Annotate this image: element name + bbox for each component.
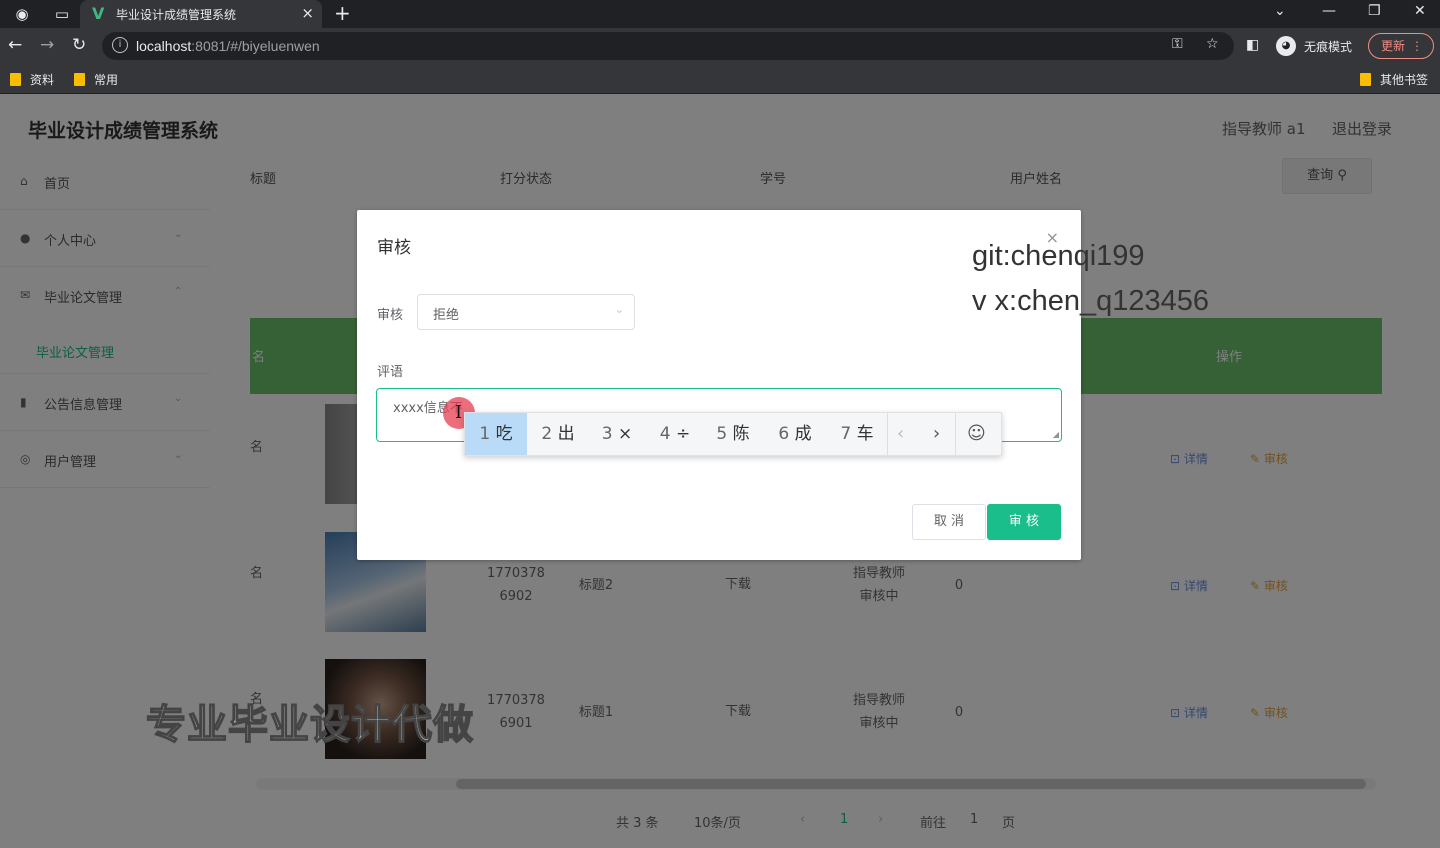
emoji-icon[interactable]: ☺: [967, 413, 986, 455]
promo-overlay-text: 专业毕业设计代做: [145, 701, 474, 749]
watermark-line: v x:chen_q123456: [972, 285, 1210, 317]
review-select-value: 拒绝: [433, 308, 460, 323]
chevron-down-icon: ⌄: [614, 303, 624, 316]
url-text[interactable]: localhost:8081/#/biyeluenwen: [136, 38, 320, 54]
star-icon[interactable]: ☆: [1206, 36, 1219, 52]
ime-next-icon[interactable]: ›: [933, 413, 940, 455]
folder-icon: [1360, 73, 1371, 86]
comment-field-label: 评语: [377, 365, 404, 380]
tab-title: 毕业设计成绩管理系统: [116, 8, 237, 22]
text-cursor-icon: I: [455, 402, 463, 423]
bookmark-folder[interactable]: 资料: [10, 71, 54, 88]
new-tab-icon[interactable]: +: [334, 1, 351, 25]
folder-icon: [74, 73, 85, 86]
reload-icon[interactable]: ↻: [72, 35, 86, 55]
key-icon[interactable]: ⚿: [1172, 36, 1183, 52]
other-bookmarks[interactable]: 其他书签: [1360, 71, 1428, 88]
cancel-button[interactable]: 取 消: [912, 504, 986, 540]
browser-tabbar: ◉ ▭ V 毕业设计成绩管理系统 × + ⌄ — ❐ ✕: [0, 0, 1440, 28]
ime-candidate[interactable]: 1 吃: [465, 413, 527, 455]
watermark-line: git:chenqi199: [972, 240, 1145, 272]
menu-dots-icon: ⋮: [1411, 39, 1423, 53]
window-icon[interactable]: ▭: [52, 4, 72, 24]
review-select[interactable]: 拒绝 ⌄: [417, 294, 635, 330]
ime-candidate[interactable]: 3 ×: [589, 413, 645, 455]
tab-search-icon[interactable]: ⌄: [1274, 0, 1286, 22]
browser-tab[interactable]: V 毕业设计成绩管理系统 ×: [80, 0, 322, 28]
folder-icon: [10, 73, 21, 86]
incognito-label[interactable]: 无痕模式: [1304, 38, 1352, 55]
review-field-label: 审核: [377, 308, 404, 323]
forward-icon[interactable]: →: [40, 35, 54, 55]
ime-candidate[interactable]: 6 成: [765, 413, 825, 455]
update-button[interactable]: 更新 ⋮: [1368, 33, 1434, 59]
confirm-review-button[interactable]: 审 核: [987, 504, 1061, 540]
ime-candidate[interactable]: 4 ÷: [645, 413, 705, 455]
ime-candidate[interactable]: 5 陈: [705, 413, 761, 455]
dialog-title: 审核: [377, 238, 411, 258]
restore-icon[interactable]: ❐: [1368, 0, 1381, 22]
bookmark-folder[interactable]: 常用: [74, 71, 118, 88]
ime-candidate[interactable]: 2 出: [527, 413, 589, 455]
globe-icon[interactable]: ◉: [12, 4, 32, 24]
resize-handle-icon[interactable]: ◢: [1053, 430, 1059, 439]
info-icon[interactable]: i: [112, 37, 128, 53]
address-bar[interactable]: i localhost:8081/#/biyeluenwen ⚿ ☆: [102, 32, 1234, 60]
sidepanel-icon[interactable]: ◧: [1246, 37, 1259, 53]
vue-favicon-icon: V: [92, 4, 105, 23]
browser-toolbar: ← → ↻ i localhost:8081/#/biyeluenwen ⚿ ☆…: [0, 28, 1440, 64]
back-icon[interactable]: ←: [8, 35, 22, 55]
ime-candidate[interactable]: 7 车: [827, 413, 887, 455]
window-close-icon[interactable]: ✕: [1414, 0, 1426, 22]
tab-close-icon[interactable]: ×: [301, 4, 314, 22]
minimize-icon[interactable]: —: [1322, 0, 1336, 22]
ime-candidate-bar: 1 吃 2 出 3 × 4 ÷ 5 陈 6 成 7 车 ‹ › ☺: [464, 412, 1002, 456]
ime-prev-icon[interactable]: ‹: [897, 413, 904, 455]
bookmarks-bar: 资料 常用 其他书签: [0, 64, 1440, 94]
incognito-icon[interactable]: ◕: [1276, 36, 1296, 56]
